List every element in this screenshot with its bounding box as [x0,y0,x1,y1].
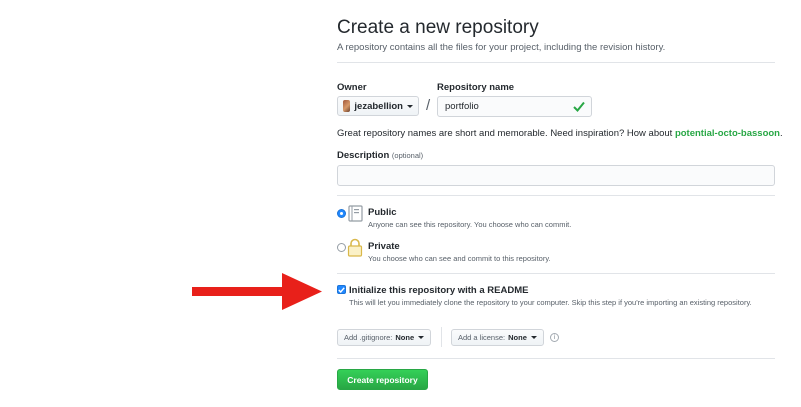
readme-checkbox[interactable] [337,285,346,294]
red-arrow-annotation [192,273,322,310]
repository-name-value: portfolio [445,101,479,112]
description-label-text: Description [337,150,390,161]
divider-top [337,62,775,63]
public-radio[interactable] [337,209,346,218]
readme-desc: This will let you immediately clone the … [349,298,752,307]
private-label: Private [368,241,400,252]
checkmark-icon [338,286,345,293]
description-label: Description (optional) [337,150,423,161]
private-desc: You choose who can see and commit to thi… [368,254,551,263]
lock-icon [347,238,363,257]
name-suggestion-link[interactable]: potential-octo-bassoon [675,128,780,139]
avatar [343,100,351,112]
caret-down-icon [407,104,413,108]
caret-down-icon [530,336,537,339]
gitignore-prefix: Add .gitignore: [344,333,393,342]
license-value: None [508,333,527,342]
public-label: Public [368,207,397,218]
owner-repo-separator: / [426,97,431,114]
hint-suffix: . [779,128,783,139]
repository-name-input[interactable]: portfolio [437,96,592,117]
hint-text: Great repository names are short and mem… [337,128,675,139]
public-desc: Anyone can see this repository. You choo… [368,220,572,229]
caret-down-icon [418,336,425,339]
dropdown-separator [441,327,442,347]
repository-name-label: Repository name [437,82,515,93]
readme-label: Initialize this repository with a README [349,285,529,296]
repo-book-icon [348,205,363,222]
owner-label: Owner [337,82,367,93]
description-input[interactable] [337,165,775,186]
divider-readme [337,273,775,274]
page-title: Create a new repository [337,17,539,38]
info-icon[interactable]: i [550,333,559,342]
gitignore-value: None [395,333,415,342]
divider-bottom [337,358,775,359]
gitignore-dropdown[interactable]: Add .gitignore: None [337,329,432,346]
owner-dropdown[interactable]: jezabellion [337,96,419,116]
create-repository-button[interactable]: Create repository [337,369,428,390]
optional-note: (optional) [391,151,424,160]
check-icon [573,101,585,112]
page-subtitle: A repository contains all the files for … [337,42,666,53]
divider-visibility [337,195,775,196]
owner-name: jezabellion [354,100,403,112]
license-prefix: Add a license: [458,333,506,342]
private-radio[interactable] [337,243,346,252]
name-hint: Great repository names are short and mem… [337,128,783,139]
license-dropdown[interactable]: Add a license: None [451,329,544,346]
